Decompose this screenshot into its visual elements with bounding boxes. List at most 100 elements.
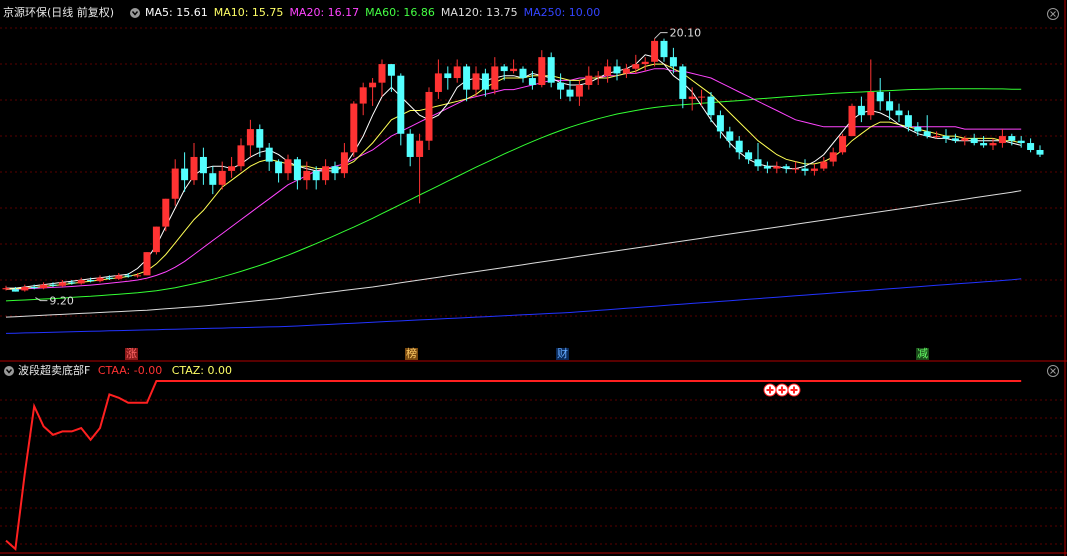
candle-body bbox=[923, 131, 931, 137]
candle-body bbox=[792, 168, 800, 170]
candle-body bbox=[1036, 150, 1044, 155]
candle-body bbox=[660, 40, 668, 58]
candle-body bbox=[491, 66, 499, 90]
candle-body bbox=[284, 159, 292, 174]
candle-body bbox=[848, 105, 856, 137]
candle-body bbox=[594, 75, 602, 77]
candle-body bbox=[669, 57, 677, 67]
candle-body bbox=[11, 289, 19, 292]
event-tag-rank[interactable]: 榜 bbox=[405, 348, 418, 360]
candle-body bbox=[143, 252, 151, 276]
candle-body bbox=[134, 275, 142, 277]
ctaa-value: CTAA: -0.00 bbox=[97, 364, 163, 377]
candle-body bbox=[40, 284, 48, 289]
low-price-label: 9.20 bbox=[49, 295, 74, 308]
candle-body bbox=[228, 166, 236, 171]
candle-body bbox=[350, 103, 358, 153]
kline-chart[interactable]: 20.10 9.20 bbox=[0, 0, 1067, 556]
candle-body bbox=[622, 68, 630, 74]
candle-body bbox=[425, 91, 433, 141]
ma-legend-item: MA10: 15.75 bbox=[213, 6, 284, 19]
candle-body bbox=[256, 129, 264, 148]
candle-body bbox=[1017, 140, 1025, 144]
candle-body bbox=[820, 161, 828, 169]
candle-body bbox=[58, 282, 66, 286]
candle-body bbox=[21, 286, 29, 291]
candle-body bbox=[585, 75, 593, 85]
candle-body bbox=[237, 145, 245, 167]
indicator-title[interactable]: 波段超卖底部F bbox=[18, 364, 90, 377]
candle-body bbox=[857, 105, 865, 116]
candle-body bbox=[575, 85, 583, 97]
candle-body bbox=[124, 275, 132, 277]
candle-body bbox=[698, 96, 706, 98]
candle-body bbox=[416, 140, 424, 157]
candle-body bbox=[510, 68, 518, 72]
header-bar: 京源环保(日线 前复权) bbox=[3, 6, 114, 20]
ma-legend-item: MA60: 16.86 bbox=[365, 6, 435, 19]
candle-body bbox=[152, 226, 160, 253]
candle-body bbox=[397, 75, 405, 134]
candle-body bbox=[829, 152, 837, 162]
event-tag-finance[interactable]: 财 bbox=[556, 348, 569, 360]
candle-body bbox=[265, 147, 273, 162]
candle-body bbox=[716, 115, 724, 132]
event-tag-limit-up[interactable]: 涨 bbox=[125, 348, 138, 360]
candle-body bbox=[190, 156, 198, 181]
candle-body bbox=[707, 96, 715, 116]
candle-body bbox=[162, 198, 170, 227]
candle-body bbox=[839, 136, 847, 153]
candle-body bbox=[613, 66, 621, 74]
event-tag-reduce[interactable]: 减 bbox=[916, 348, 929, 360]
candle-body bbox=[199, 156, 207, 174]
candle-body bbox=[331, 166, 339, 174]
candle-body bbox=[980, 143, 988, 146]
candle-body bbox=[68, 282, 76, 284]
candle-body bbox=[96, 277, 104, 282]
high-price-label: 20.10 bbox=[670, 27, 702, 40]
candle-body bbox=[2, 288, 10, 290]
candle-body bbox=[322, 166, 330, 181]
close-indicator-icon[interactable] bbox=[1047, 365, 1059, 377]
ma60-line bbox=[5, 88, 1022, 302]
candle-body bbox=[547, 57, 555, 83]
candle-body bbox=[378, 64, 386, 83]
candle-body bbox=[519, 68, 527, 79]
chevron-down-icon[interactable] bbox=[130, 8, 140, 18]
candle-body bbox=[557, 82, 565, 90]
candle-body bbox=[303, 170, 311, 181]
ma-legend-item: MA5: 15.61 bbox=[145, 6, 208, 19]
candle-body bbox=[970, 138, 978, 144]
candle-body bbox=[105, 277, 113, 279]
candle-body bbox=[651, 40, 659, 62]
candle-body bbox=[1027, 143, 1035, 150]
candle-body bbox=[688, 96, 696, 99]
candle-body bbox=[810, 168, 818, 171]
candle-body bbox=[904, 115, 912, 127]
candle-body bbox=[481, 73, 489, 90]
ma-legend: MA5: 15.61 MA10: 15.75 MA20: 16.17 MA60: 16… bbox=[145, 6, 606, 20]
indicator-chevron-icon[interactable] bbox=[4, 366, 14, 376]
candle-body bbox=[1008, 136, 1016, 141]
candle-body bbox=[754, 159, 762, 167]
candle-body bbox=[763, 166, 771, 169]
ctaa-line bbox=[5, 380, 1022, 552]
candle-body bbox=[387, 64, 395, 76]
candle-body bbox=[773, 166, 781, 169]
candle-body bbox=[275, 161, 283, 174]
ma-legend-item: MA250: 10.00 bbox=[523, 6, 601, 19]
close-icon[interactable] bbox=[1047, 8, 1059, 20]
candle-body bbox=[933, 136, 941, 138]
candle-body bbox=[566, 89, 574, 97]
ma-legend-item: MA20: 16.17 bbox=[289, 6, 360, 19]
candle-body bbox=[604, 66, 612, 76]
candle-body bbox=[801, 168, 809, 171]
candle-body bbox=[632, 64, 640, 69]
candle-body bbox=[49, 284, 57, 286]
ma250-line bbox=[5, 278, 1022, 334]
candle-body bbox=[30, 286, 38, 289]
candle-body bbox=[472, 73, 480, 90]
indicator-header: 波段超卖底部F CTAA: -0.00 CTAZ: 0.00 bbox=[18, 364, 232, 378]
candle-body bbox=[538, 57, 546, 85]
candle-body bbox=[726, 131, 734, 141]
